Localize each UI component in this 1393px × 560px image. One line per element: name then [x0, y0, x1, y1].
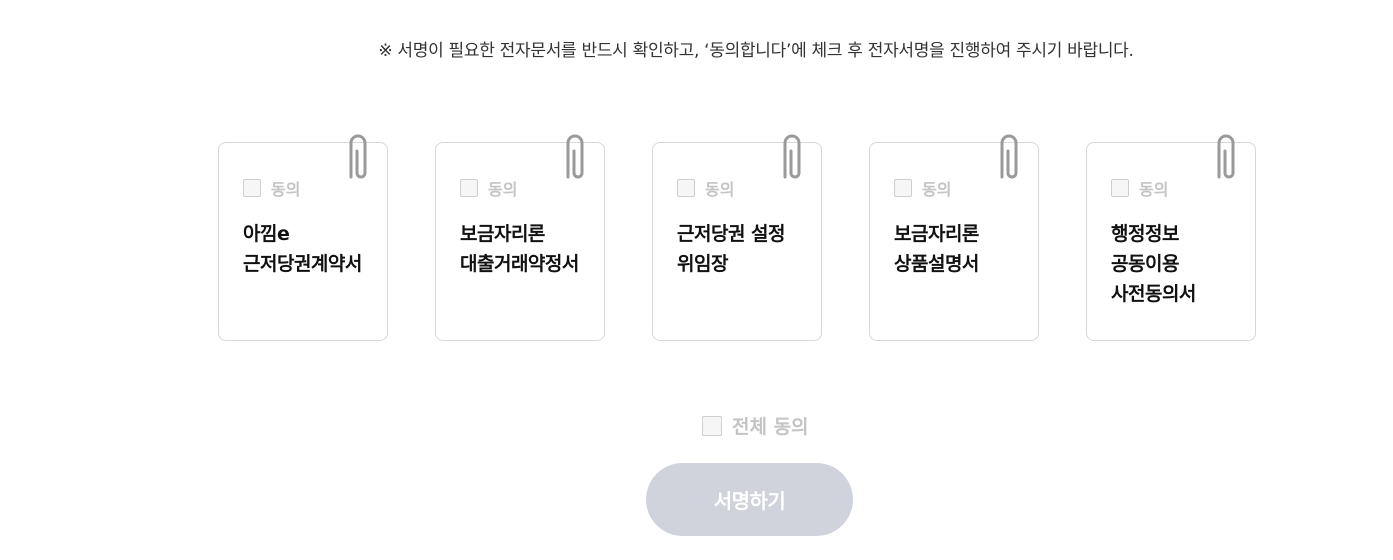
document-title[interactable]: 보금자리론 대출거래약정서 [460, 219, 596, 279]
agree-checkbox[interactable] [1111, 179, 1129, 197]
paperclip-icon [566, 134, 584, 179]
agree-label: 동의 [1139, 180, 1169, 199]
agree-checkbox[interactable] [460, 179, 478, 197]
document-card: 동의 근저당권 설정 위임장 [652, 134, 822, 341]
agree-label: 동의 [271, 180, 301, 199]
agree-label: 동의 [488, 180, 518, 199]
document-title[interactable]: 보금자리론 상품설명서 [894, 219, 1030, 279]
document-title[interactable]: 행정정보 공동이용 사전동의서 [1111, 219, 1247, 309]
document-title[interactable]: 아낌e 근저당권계약서 [243, 219, 379, 279]
document-card: 동의 행정정보 공동이용 사전동의서 [1086, 134, 1256, 341]
paperclip-icon [1000, 134, 1018, 179]
paperclip-icon [783, 134, 801, 179]
document-card: 동의 아낌e 근저당권계약서 [218, 134, 388, 341]
agree-label: 동의 [922, 180, 952, 199]
paperclip-icon [349, 134, 367, 179]
document-title[interactable]: 근저당권 설정 위임장 [677, 219, 813, 279]
all-agree-label: 전체 동의 [732, 416, 809, 438]
document-card: 동의 보금자리론 대출거래약정서 [435, 134, 605, 341]
paperclip-icon [1217, 134, 1235, 179]
agree-checkbox[interactable] [243, 179, 261, 197]
notice-text: ※ 서명이 필요한 전자문서를 반드시 확인하고, ‘동의합니다’에 체크 후 … [378, 41, 1134, 61]
agree-label: 동의 [705, 180, 735, 199]
all-agree-checkbox[interactable] [702, 415, 722, 436]
agree-checkbox[interactable] [677, 179, 695, 197]
document-card: 동의 보금자리론 상품설명서 [869, 134, 1039, 341]
agree-checkbox[interactable] [894, 179, 912, 197]
agree-checkbox-row[interactable]: 동의 [1111, 176, 1168, 200]
agree-checkbox-row[interactable]: 동의 [677, 176, 734, 200]
agree-checkbox-row[interactable]: 동의 [894, 176, 951, 200]
agree-checkbox-row[interactable]: 동의 [243, 176, 300, 200]
sign-button[interactable]: 서명하기 [646, 463, 853, 536]
agree-checkbox-row[interactable]: 동의 [460, 176, 517, 200]
all-agree-checkbox-row[interactable]: 전체 동의 [702, 412, 809, 439]
